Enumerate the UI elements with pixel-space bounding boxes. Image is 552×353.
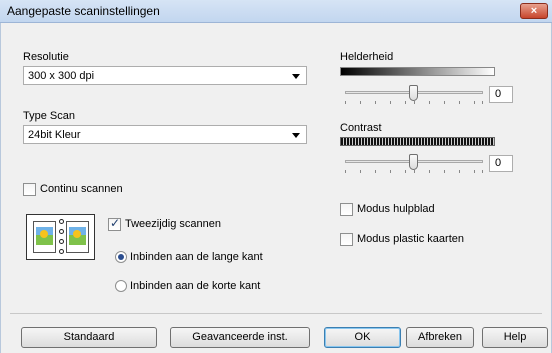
resolution-value: 300 x 300 dpi [28, 70, 95, 82]
contrast-label: Contrast [340, 122, 382, 134]
brightness-gradient [340, 67, 495, 76]
window-title: Aangepaste scaninstellingen [7, 4, 160, 18]
contrast-input[interactable]: 0 [489, 155, 513, 172]
brightness-input[interactable]: 0 [489, 86, 513, 103]
resolution-select[interactable]: 300 x 300 dpi [23, 66, 307, 85]
duplex-checkbox[interactable] [108, 216, 121, 231]
plastic-card-checkbox[interactable] [340, 233, 353, 246]
separator [10, 313, 542, 314]
help-button[interactable]: Help [482, 327, 548, 348]
scan-type-value: 24bit Kleur [28, 129, 81, 141]
close-icon: × [530, 5, 538, 17]
brightness-ticks [345, 101, 483, 104]
contrast-pattern [340, 137, 495, 146]
cancel-button[interactable]: Afbreken [406, 327, 474, 348]
contrast-ticks [345, 170, 483, 173]
short-edge-radio[interactable] [115, 280, 127, 292]
title-bar: Aangepaste scaninstellingen × [0, 0, 552, 23]
long-edge-label: Inbinden aan de lange kant [130, 251, 263, 263]
advanced-settings-button[interactable]: Geavanceerde inst. [170, 327, 310, 348]
duplex-label: Tweezijdig scannen [125, 218, 222, 230]
default-button[interactable]: Standaard [21, 327, 157, 348]
resolution-label: Resolutie [23, 51, 69, 63]
ok-button[interactable]: OK [324, 327, 401, 348]
duplex-book-icon [26, 214, 95, 260]
close-button[interactable]: × [520, 3, 548, 19]
contrast-slider-thumb[interactable] [409, 154, 418, 170]
continuous-scan-label: Continu scannen [40, 183, 123, 195]
chevron-down-icon [292, 74, 300, 79]
brightness-slider-thumb[interactable] [409, 85, 418, 101]
continuous-scan-checkbox[interactable] [23, 183, 36, 196]
scan-type-label: Type Scan [23, 110, 75, 122]
plastic-card-label: Modus plastic kaarten [357, 233, 464, 245]
carrier-sheet-label: Modus hulpblad [357, 203, 435, 215]
brightness-label: Helderheid [340, 51, 394, 63]
short-edge-label: Inbinden aan de korte kant [130, 280, 261, 292]
chevron-down-icon [292, 133, 300, 138]
long-edge-radio[interactable] [115, 251, 127, 263]
scan-type-select[interactable]: 24bit Kleur [23, 125, 307, 144]
carrier-sheet-checkbox[interactable] [340, 203, 353, 216]
